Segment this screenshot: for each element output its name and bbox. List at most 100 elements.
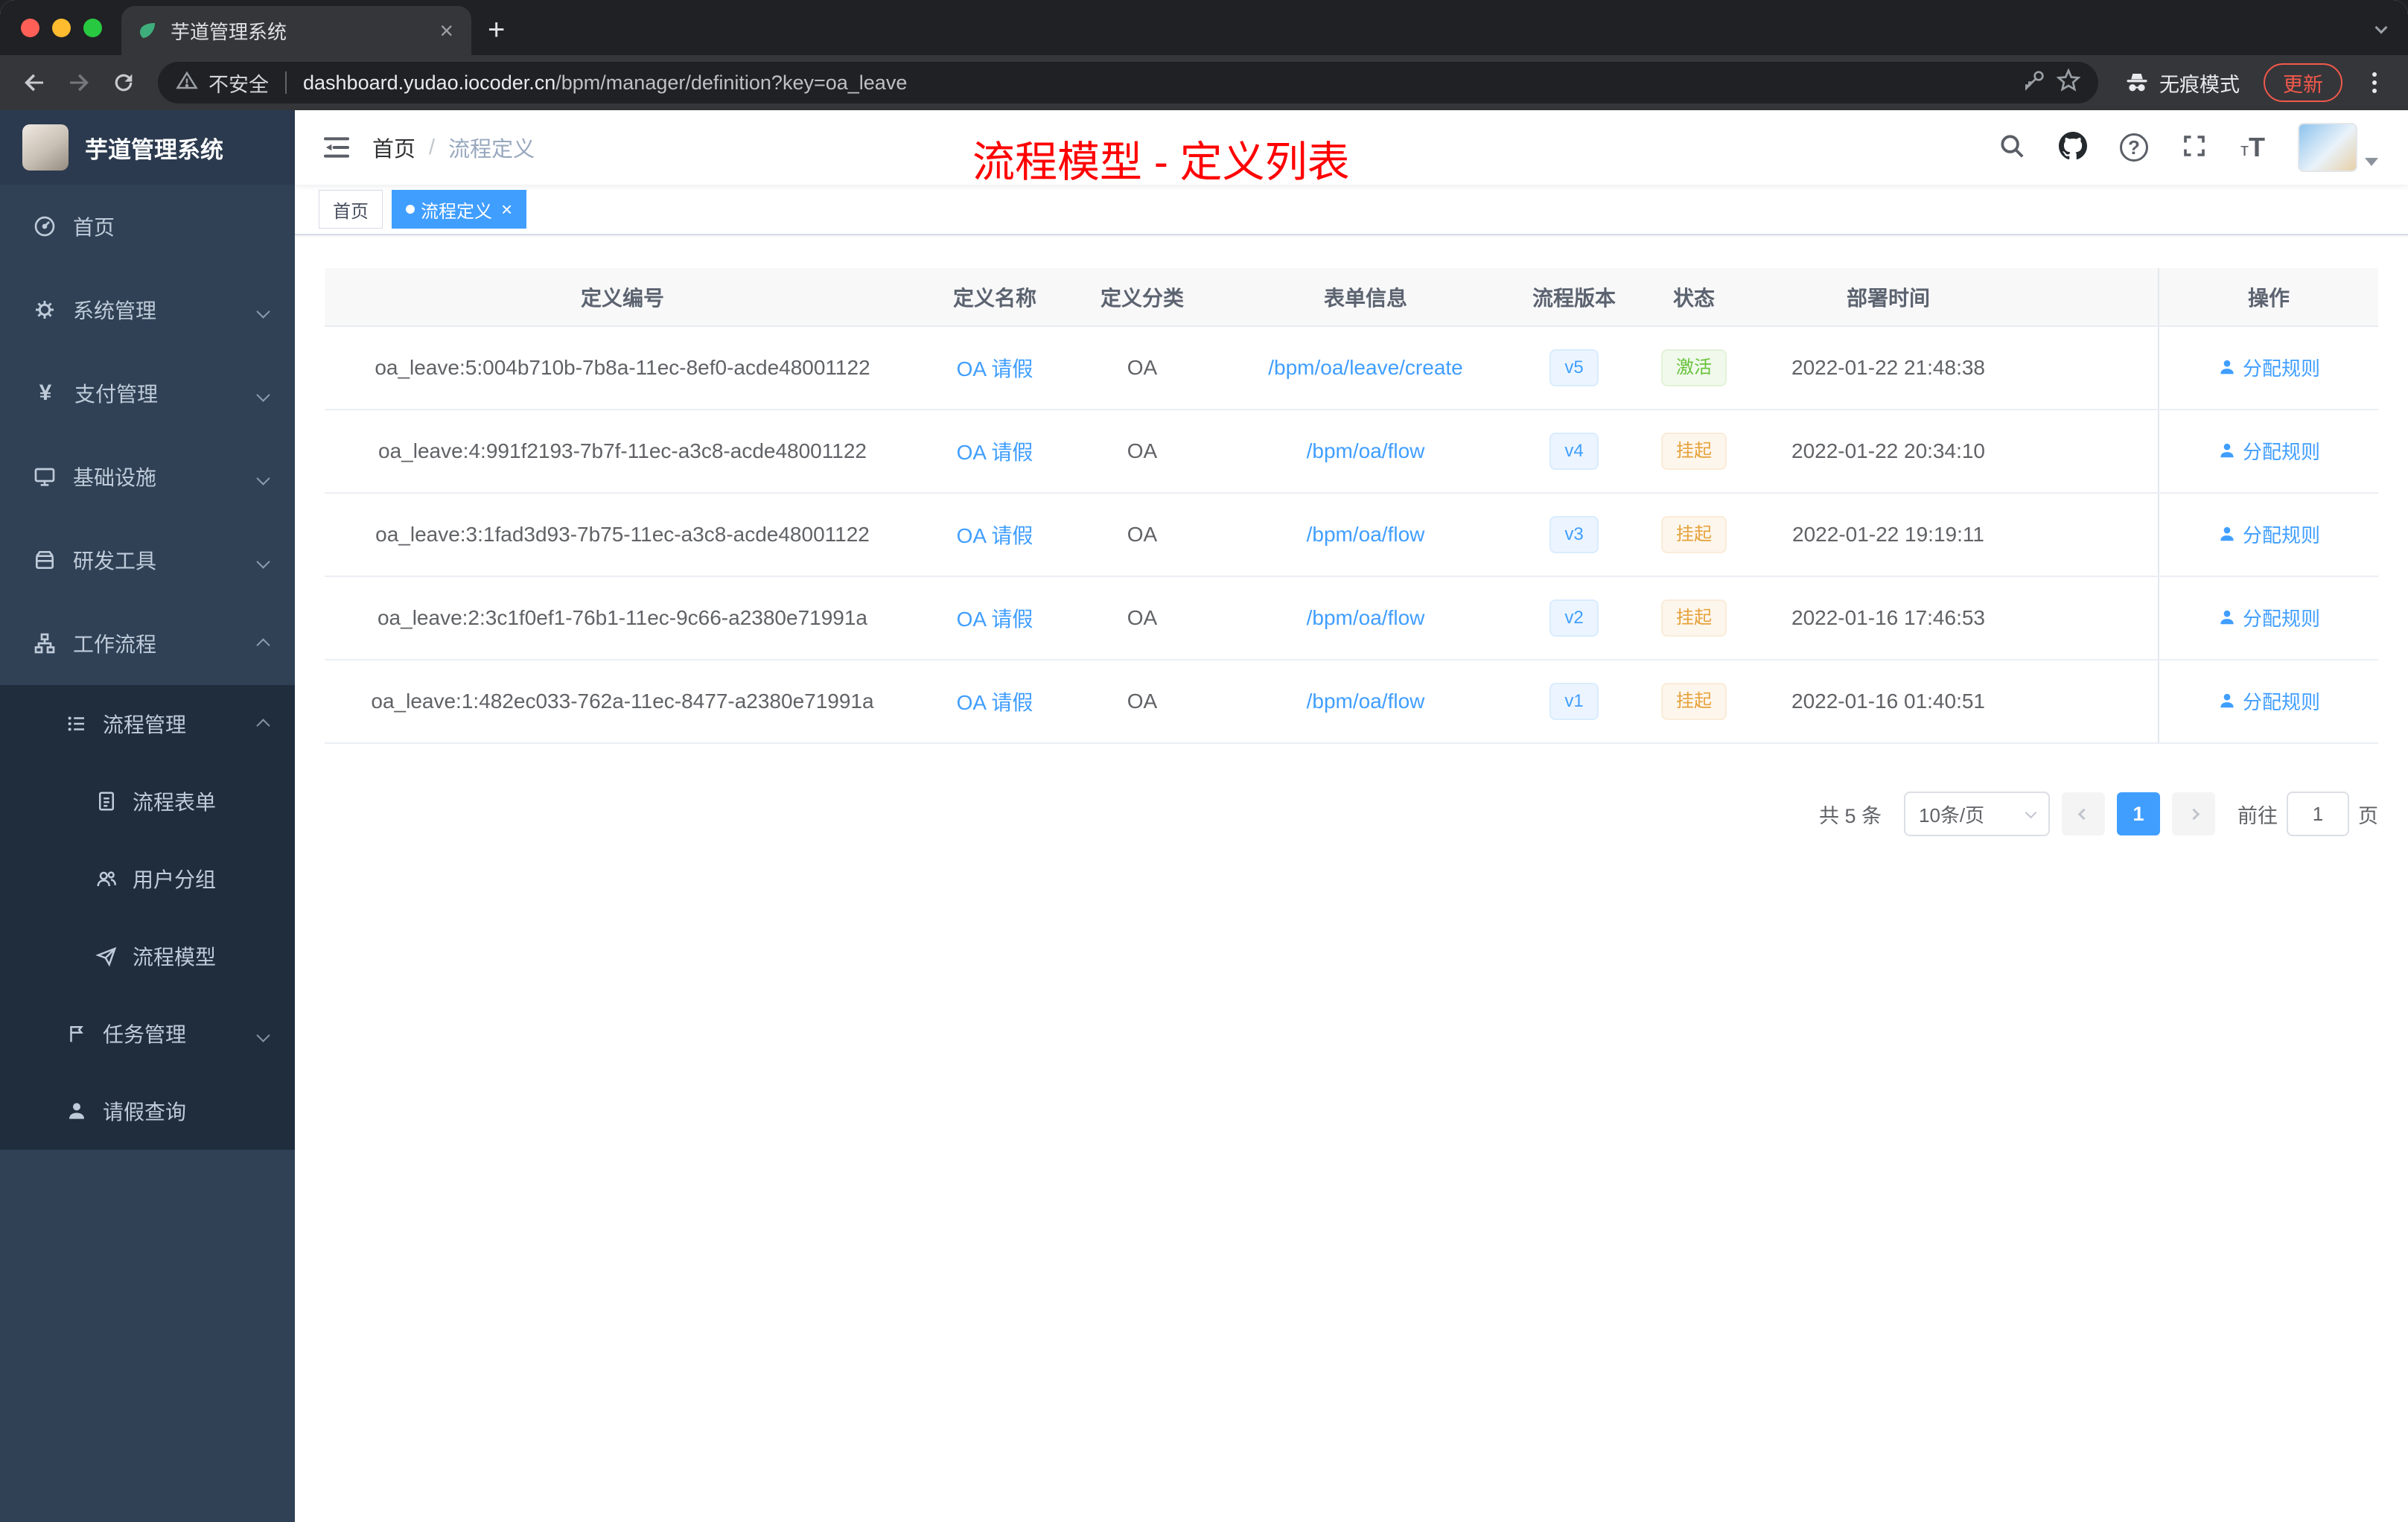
github-icon[interactable] (2059, 131, 2087, 164)
tab-search-chevron-icon[interactable] (2374, 21, 2388, 36)
column-form-info: 表单信息 (1215, 268, 1516, 327)
version-badge: v4 (1549, 433, 1599, 470)
sidebar-item-label: 首页 (73, 216, 115, 239)
sidebar-item-process-form[interactable]: 流程表单 (0, 762, 295, 840)
reload-button[interactable] (104, 63, 143, 102)
chevron-left-icon (2077, 808, 2089, 820)
prev-page-button[interactable] (2062, 792, 2105, 835)
sidebar-item-devtools[interactable]: 研发工具 (0, 518, 295, 602)
user-avatar[interactable] (2298, 123, 2378, 172)
tag-process-definition[interactable]: 流程定义 (392, 190, 527, 229)
sidebar-item-workflow[interactable]: 工作流程 (0, 602, 295, 685)
pagination-total: 共 5 条 (1818, 804, 1882, 827)
security-warning-icon[interactable] (176, 69, 198, 97)
chevron-right-icon (2188, 808, 2200, 820)
fullscreen-icon[interactable] (2181, 133, 2208, 163)
definition-name-link[interactable]: OA 请假 (957, 524, 1033, 547)
table-row: oa_leave:3:1fad3d93-7b75-11ec-a3c8-acde4… (325, 493, 2378, 577)
navbar-actions: ? тT (1998, 123, 2378, 172)
cell-definition-id: oa_leave:1:482ec033-762a-11ec-8477-a2380… (325, 660, 920, 744)
page-1-button[interactable]: 1 (2117, 792, 2160, 835)
cell-deploy-time: 2022-01-22 21:48:38 (1756, 326, 2021, 410)
status-badge: 挂起 (1661, 599, 1727, 637)
tag-close-icon[interactable] (501, 200, 512, 219)
search-icon[interactable] (1998, 132, 2026, 164)
sidebar-toggle-icon[interactable] (322, 133, 351, 162)
font-size-icon[interactable]: тT (2240, 134, 2265, 161)
sidebar-item-home[interactable]: 首页 (0, 185, 295, 268)
tag-home[interactable]: 首页 (319, 190, 383, 229)
tags-view: 首页 流程定义 (295, 185, 2408, 235)
form-link[interactable]: /bpm/oa/flow (1307, 439, 1425, 462)
help-icon[interactable]: ? (2120, 133, 2148, 162)
form-link[interactable]: /bpm/oa/flow (1307, 690, 1425, 713)
person-icon (2220, 611, 2234, 625)
definition-name-link[interactable]: OA 请假 (957, 691, 1033, 714)
sidebar-item-label: 基础设施 (73, 466, 157, 489)
form-link[interactable]: /bpm/oa/flow (1307, 606, 1425, 629)
browser-tab[interactable]: 芋道管理系统 × (121, 6, 471, 55)
forward-button[interactable] (60, 63, 98, 102)
pagination-goto: 前往 页 (2237, 792, 2378, 836)
sidebar-item-process-model[interactable]: 流程模型 (0, 917, 295, 995)
window-controls (0, 0, 121, 55)
assign-rule-link[interactable]: 分配规则 (2217, 354, 2320, 381)
chevron-up-icon (256, 631, 270, 655)
password-key-icon[interactable] (2022, 69, 2046, 98)
sidebar-logo[interactable]: 芋道管理系统 (0, 110, 295, 185)
tab-close-icon[interactable]: × (436, 19, 456, 42)
url-text[interactable]: dashboard.yudao.iocoder.cn/bpm/manager/d… (303, 71, 907, 95)
app-root: 芋道管理系统 首页 系统管理 ¥ 支付管理 基础设施 研发工具 工作流程 流程管… (0, 110, 2408, 1522)
person-icon (2220, 694, 2234, 708)
close-window-button[interactable] (21, 18, 39, 37)
assign-rule-link[interactable]: 分配规则 (2217, 604, 2320, 631)
security-label[interactable]: 不安全 (208, 69, 269, 98)
definition-name-link[interactable]: OA 请假 (957, 441, 1033, 464)
column-definition-name: 定义名称 (920, 268, 1069, 327)
form-link[interactable]: /bpm/oa/flow (1307, 523, 1425, 546)
column-status: 状态 (1632, 268, 1756, 327)
back-button[interactable] (15, 63, 54, 102)
sidebar-item-system[interactable]: 系统管理 (0, 268, 295, 351)
monitor-icon (34, 468, 55, 486)
document-icon (99, 792, 114, 811)
assign-rule-link[interactable]: 分配规则 (2217, 687, 2320, 715)
address-bar[interactable]: 不安全 dashboard.yudao.iocoder.cn/bpm/manag… (158, 62, 2098, 104)
gear-icon (36, 301, 54, 319)
version-badge: v1 (1549, 683, 1599, 720)
breadcrumb-home[interactable]: 首页 (372, 132, 415, 163)
new-tab-button[interactable]: + (488, 15, 505, 45)
sidebar-item-infrastructure[interactable]: 基础设施 (0, 435, 295, 518)
bookmark-star-icon[interactable] (2056, 67, 2081, 98)
column-operation: 操作 (2158, 268, 2378, 327)
goto-page-input[interactable] (2287, 792, 2349, 836)
browser-window: 芋道管理系统 × + 不安全 dashboard.yudao.iocoder.c… (0, 0, 2408, 1522)
sidebar-item-user-group[interactable]: 用户分组 (0, 840, 295, 917)
sidebar-item-task-management[interactable]: 任务管理 (0, 995, 295, 1072)
sidebar-item-label: 用户分组 (133, 868, 217, 891)
sidebar-item-leave-query[interactable]: 请假查询 (0, 1072, 295, 1150)
form-link[interactable]: /bpm/oa/leave/create (1268, 356, 1463, 379)
sidebar-item-payment[interactable]: ¥ 支付管理 (0, 351, 295, 435)
assign-rule-link[interactable]: 分配规则 (2217, 437, 2320, 465)
definition-name-link[interactable]: OA 请假 (957, 357, 1033, 380)
update-button[interactable]: 更新 (2264, 63, 2342, 102)
cell-definition-id: oa_leave:4:991f2193-7b7f-11ec-a3c8-acde4… (325, 410, 920, 494)
minimize-window-button[interactable] (52, 18, 71, 37)
sidebar-item-label: 支付管理 (74, 383, 159, 406)
page-size-select[interactable]: 10条/页 (1904, 792, 2050, 836)
sidebar-item-process-management[interactable]: 流程管理 (0, 685, 295, 762)
browser-menu-icon[interactable] (2372, 72, 2377, 93)
incognito-badge: 无痕模式 (2113, 69, 2250, 98)
breadcrumb-current: 流程定义 (448, 138, 535, 162)
assign-rule-link[interactable]: 分配规则 (2217, 520, 2320, 548)
maximize-window-button[interactable] (83, 18, 102, 37)
definition-name-link[interactable]: OA 请假 (957, 608, 1033, 631)
sidebar-item-label: 任务管理 (103, 1023, 187, 1046)
status-badge: 挂起 (1661, 516, 1727, 553)
next-page-button[interactable] (2172, 792, 2215, 835)
browser-toolbar: 不安全 dashboard.yudao.iocoder.cn/bpm/manag… (0, 55, 2408, 110)
column-definition-category: 定义分类 (1069, 268, 1215, 327)
breadcrumb-separator: / (429, 135, 436, 159)
table-row: oa_leave:1:482ec033-762a-11ec-8477-a2380… (325, 660, 2378, 744)
